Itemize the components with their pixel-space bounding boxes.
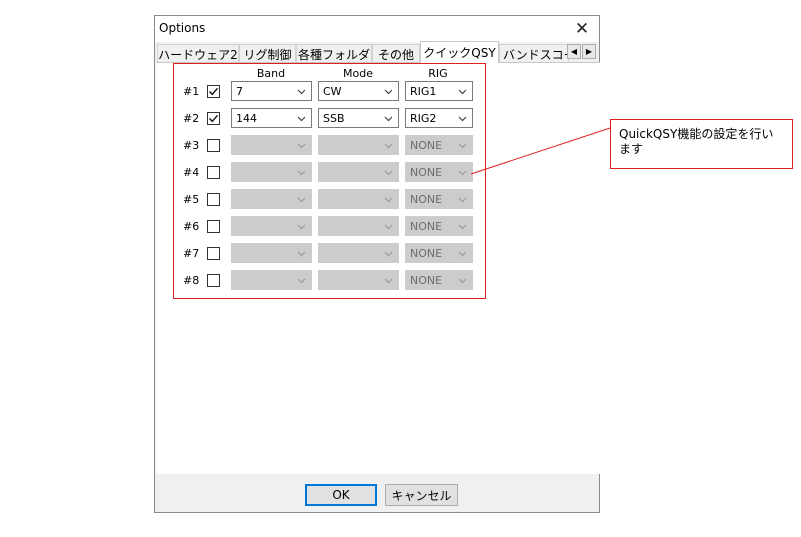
tab-band-scope[interactable]: バンドスコー	[499, 44, 569, 63]
chevron-down-icon	[384, 143, 393, 149]
mode-select[interactable]: CW	[318, 81, 399, 101]
chevron-down-icon	[297, 89, 306, 95]
row-enable-checkbox[interactable]	[207, 112, 220, 125]
chevron-down-icon	[384, 224, 393, 230]
row-label: #2	[183, 112, 200, 125]
rig-value: NONE	[410, 219, 443, 233]
row-label: #1	[183, 85, 200, 98]
mode-value: SSB	[323, 111, 345, 125]
chevron-down-icon	[297, 170, 306, 176]
row-label: #6	[183, 220, 200, 233]
band-select[interactable]	[231, 216, 312, 236]
mode-select[interactable]	[318, 243, 399, 263]
options-dialog: Options ✕ ハードウェア2 リグ制御 各種フォルダ その他 クイックQS…	[154, 15, 600, 513]
tab-folders[interactable]: 各種フォルダ	[296, 44, 372, 63]
rig-value: NONE	[410, 165, 443, 179]
band-select[interactable]	[231, 270, 312, 290]
chevron-down-icon	[297, 116, 306, 122]
band-value: 7	[236, 84, 243, 98]
ok-button[interactable]: OK	[305, 484, 377, 506]
tab-hardware2[interactable]: ハードウェア2	[157, 44, 239, 63]
rig-select[interactable]: RIG1	[405, 81, 473, 101]
rig-value: RIG2	[410, 111, 437, 125]
band-select[interactable]	[231, 135, 312, 155]
check-mark-icon	[209, 114, 219, 123]
rig-select[interactable]: NONE	[405, 243, 473, 263]
mode-select[interactable]	[318, 135, 399, 155]
row-enable-checkbox[interactable]	[207, 220, 220, 233]
chevron-down-icon	[297, 143, 306, 149]
header-mode: Mode	[343, 67, 373, 80]
annotation-callout: QuickQSY機能の設定を行います	[610, 119, 793, 169]
rig-select[interactable]: NONE	[405, 270, 473, 290]
title-bar: Options ✕	[155, 16, 599, 42]
rig-select[interactable]: NONE	[405, 162, 473, 182]
check-mark-icon	[209, 87, 219, 96]
rig-select[interactable]: NONE	[405, 189, 473, 209]
mode-select[interactable]	[318, 162, 399, 182]
tab-misc[interactable]: その他	[372, 44, 420, 63]
chevron-down-icon	[297, 224, 306, 230]
chevron-down-icon	[458, 116, 467, 122]
chevron-down-icon	[384, 197, 393, 203]
dialog-title: Options	[159, 21, 206, 35]
chevron-down-icon	[297, 197, 306, 203]
mode-select[interactable]: SSB	[318, 108, 399, 128]
close-icon[interactable]: ✕	[565, 16, 599, 42]
rig-select[interactable]: NONE	[405, 135, 473, 155]
rig-select[interactable]: RIG2	[405, 108, 473, 128]
row-enable-checkbox[interactable]	[207, 139, 220, 152]
row-enable-checkbox[interactable]	[207, 193, 220, 206]
chevron-down-icon	[384, 278, 393, 284]
chevron-down-icon	[384, 251, 393, 257]
band-select[interactable]	[231, 162, 312, 182]
row-label: #7	[183, 247, 200, 260]
band-select[interactable]: 144	[231, 108, 312, 128]
rig-value: NONE	[410, 138, 443, 152]
row-enable-checkbox[interactable]	[207, 85, 220, 98]
mode-select[interactable]	[318, 189, 399, 209]
header-rig: RIG	[428, 67, 448, 80]
mode-select[interactable]	[318, 216, 399, 236]
tab-scroll-left-icon[interactable]: ◀	[567, 44, 581, 59]
chevron-down-icon	[458, 197, 467, 203]
band-select[interactable]: 7	[231, 81, 312, 101]
rig-value: RIG1	[410, 84, 437, 98]
chevron-down-icon	[297, 278, 306, 284]
chevron-down-icon	[384, 89, 393, 95]
band-select[interactable]	[231, 189, 312, 209]
chevron-down-icon	[297, 251, 306, 257]
rig-value: NONE	[410, 192, 443, 206]
row-enable-checkbox[interactable]	[207, 247, 220, 260]
chevron-down-icon	[458, 143, 467, 149]
row-enable-checkbox[interactable]	[207, 274, 220, 287]
tab-rig-control[interactable]: リグ制御	[239, 44, 296, 63]
mode-select[interactable]	[318, 270, 399, 290]
row-label: #5	[183, 193, 200, 206]
rig-value: NONE	[410, 246, 443, 260]
row-label: #4	[183, 166, 200, 179]
rig-value: NONE	[410, 273, 443, 287]
chevron-down-icon	[458, 278, 467, 284]
band-value: 144	[236, 111, 257, 125]
chevron-down-icon	[458, 224, 467, 230]
mode-value: CW	[323, 84, 342, 98]
row-label: #3	[183, 139, 200, 152]
chevron-down-icon	[458, 251, 467, 257]
band-select[interactable]	[231, 243, 312, 263]
chevron-down-icon	[458, 170, 467, 176]
row-enable-checkbox[interactable]	[207, 166, 220, 179]
chevron-down-icon	[458, 89, 467, 95]
tab-quick-qsy[interactable]: クイックQSY	[420, 41, 499, 63]
chevron-down-icon	[384, 116, 393, 122]
row-label: #8	[183, 274, 200, 287]
cancel-button[interactable]: キャンセル	[385, 484, 458, 506]
tab-scroll-right-icon[interactable]: ▶	[582, 44, 596, 59]
chevron-down-icon	[384, 170, 393, 176]
header-band: Band	[256, 67, 286, 80]
rig-select[interactable]: NONE	[405, 216, 473, 236]
